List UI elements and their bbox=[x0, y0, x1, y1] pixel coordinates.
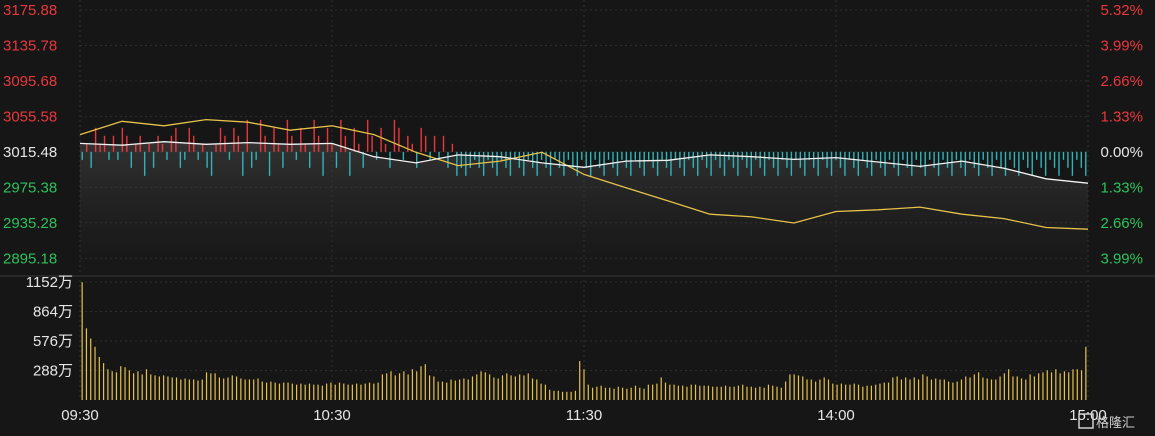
y-left-tick-label: 3135.78 bbox=[3, 37, 57, 54]
volume-tick-label: 864万 bbox=[33, 304, 73, 321]
x-tick-label: 14:00 bbox=[817, 407, 855, 424]
y-right-tick-label: 2.66% bbox=[1100, 215, 1143, 232]
watermark-text: 格隆汇 bbox=[1096, 415, 1135, 431]
y-right-tick-label: 2.66% bbox=[1100, 73, 1143, 90]
volume-tick-label: 1152万 bbox=[26, 274, 73, 291]
y-right-tick-label: 3.99% bbox=[1100, 37, 1143, 54]
y-right-tick-label: 3.99% bbox=[1100, 250, 1143, 267]
y-right-tick-label: 5.32% bbox=[1100, 2, 1143, 19]
y-right-tick-label: 0.00% bbox=[1100, 144, 1143, 161]
y-right-tick-label: 1.33% bbox=[1100, 108, 1143, 125]
y-left-tick-label: 2935.28 bbox=[3, 215, 57, 232]
intraday-chart: 3175.88 5.32% 3135.78 3.99% 3095.68 2.66% 3055… bbox=[0, 0, 1155, 431]
volume-tick-label: 576万 bbox=[33, 333, 73, 350]
y-left-tick-label: 3055.58 bbox=[3, 108, 57, 125]
x-tick-label: 09:30 bbox=[61, 407, 99, 424]
y-left-tick-label: 3015.48 bbox=[3, 144, 57, 161]
x-tick-label: 11:30 bbox=[566, 407, 602, 424]
y-left-tick-label: 2975.38 bbox=[3, 179, 57, 196]
y-left-tick-label: 3095.68 bbox=[3, 73, 57, 90]
y-right-tick-label: 1.33% bbox=[1100, 179, 1143, 196]
x-tick-label: 10:30 bbox=[313, 407, 351, 424]
volume-tick-label: 288万 bbox=[33, 363, 73, 380]
y-left-tick-label: 2895.18 bbox=[3, 250, 57, 267]
y-left-tick-label: 3175.88 bbox=[3, 2, 57, 19]
